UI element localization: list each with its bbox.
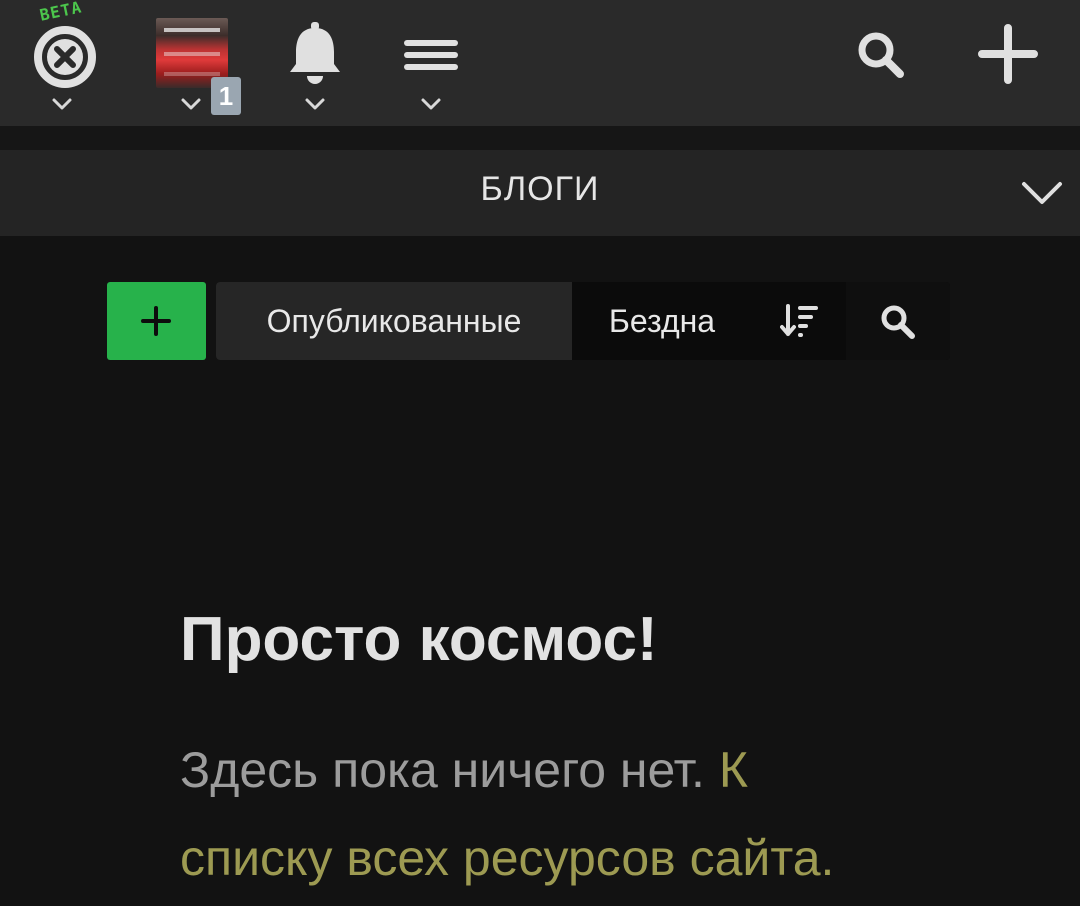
top-search-button[interactable]	[846, 0, 916, 126]
empty-state-title: Просто космос!	[180, 605, 658, 674]
close-menu-button[interactable]: BETA	[20, 0, 110, 126]
blog-search-button[interactable]	[846, 282, 950, 360]
chevron-down-icon	[181, 98, 201, 110]
section-header[interactable]: БЛОГИ	[0, 150, 1080, 236]
filter-bar: Опубликованные Бездна	[216, 282, 950, 360]
topbar-separator	[0, 126, 1080, 150]
main-menu-button[interactable]	[396, 0, 466, 126]
search-icon	[858, 32, 904, 78]
search-icon	[881, 305, 915, 339]
section-title: БЛОГИ	[480, 170, 600, 208]
empty-state-message: Здесь пока ничего нет.	[180, 742, 719, 798]
top-create-button[interactable]	[970, 0, 1046, 126]
sort-button[interactable]	[758, 282, 846, 360]
top-bar: BETA 1	[0, 0, 1080, 126]
menu-icon	[404, 40, 458, 70]
chevron-down-icon[interactable]	[1018, 176, 1066, 212]
beta-label: BETA	[38, 0, 84, 25]
chevron-down-icon	[421, 98, 441, 110]
sort-icon	[780, 304, 818, 337]
notifications-button[interactable]	[280, 0, 350, 126]
tab-abyss[interactable]: Бездна	[572, 282, 752, 360]
add-blog-button[interactable]	[107, 282, 206, 360]
tab-published[interactable]: Опубликованные	[216, 282, 572, 360]
plus-icon	[978, 24, 1038, 84]
bell-icon	[290, 22, 340, 84]
plus-icon	[141, 306, 171, 336]
chevron-down-icon	[305, 98, 325, 110]
close-circle-icon	[34, 26, 96, 88]
notification-count-badge: 1	[211, 77, 241, 115]
chevron-down-icon	[52, 98, 72, 110]
empty-state-text: Здесь пока ничего нет. К списку всех рес…	[180, 726, 900, 902]
